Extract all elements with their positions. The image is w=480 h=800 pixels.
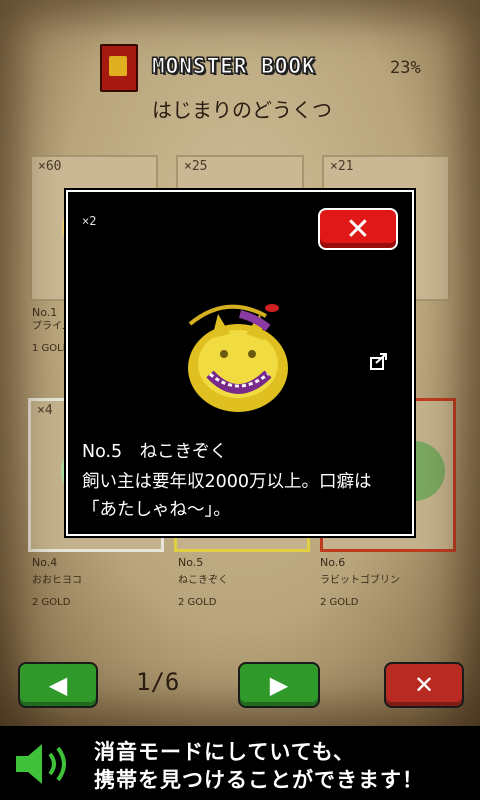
close-book-button[interactable]: ✕ (384, 662, 464, 708)
completion-percent: 23% (390, 58, 421, 78)
card-count: ×21 (330, 159, 354, 174)
next-page-button[interactable]: ▶ (238, 662, 320, 708)
speaker-icon (16, 744, 66, 784)
monster-name: ラビットゴブリン (320, 575, 400, 586)
monster-gold: 2 GOLD (320, 597, 359, 608)
share-icon[interactable] (370, 352, 388, 370)
ad-text-line: 携帯を見つけることができます！ (94, 768, 424, 792)
monster-book-icon (100, 44, 138, 92)
arrow-right-icon: ▶ (269, 671, 289, 699)
monster-number: No.5 (178, 556, 204, 569)
close-icon: ✕ (345, 211, 371, 247)
ad-banner[interactable]: 消音モードにしていても、 携帯を見つけることができます！ (0, 726, 480, 800)
monster-description-line: 「あたしゃね～」。 (82, 500, 231, 520)
monster-gold: 2 GOLD (178, 597, 217, 608)
area-name: はじまりのどうくつ (152, 98, 332, 122)
monster-info-5: No.5 ねこきぞく 2 GOLD (178, 556, 228, 610)
monster-info-4: No.4 おおヒヨコ 2 GOLD (32, 556, 82, 610)
page-indicator: 1/6 (136, 668, 180, 696)
monster-name: おおヒヨコ (32, 575, 82, 586)
monster-gold: 2 GOLD (32, 597, 71, 608)
monster-title: No.5 ねこきぞく (82, 442, 228, 462)
monster-name: ねこきぞく (178, 575, 228, 586)
monster-number: No.4 (32, 556, 58, 569)
card-count: ×4 (37, 403, 53, 418)
monster-info-6: No.6 ラビットゴブリン 2 GOLD (320, 556, 400, 610)
close-icon: ✕ (413, 671, 435, 699)
ad-text-line: 消音モードにしていても、 (94, 740, 356, 764)
card-count: ×60 (38, 159, 62, 174)
arrow-left-icon: ◀ (48, 671, 68, 699)
monster-detail-dialog: ×2 ✕ No.5 ねこきぞく 飼い主は要年収2000万以上。口癖は 「あたしゃ… (66, 190, 414, 536)
dialog-close-button[interactable]: ✕ (318, 208, 398, 250)
card-count: ×25 (184, 159, 208, 174)
page-title: MONSTER BOOK (152, 54, 316, 79)
monster-number: No.6 (320, 556, 346, 569)
monster-count: ×2 (82, 214, 97, 228)
prev-page-button[interactable]: ◀ (18, 662, 98, 708)
monster-description-line: 飼い主は要年収2000万以上。口癖は (82, 472, 372, 492)
cat-monster-sprite (188, 304, 288, 412)
